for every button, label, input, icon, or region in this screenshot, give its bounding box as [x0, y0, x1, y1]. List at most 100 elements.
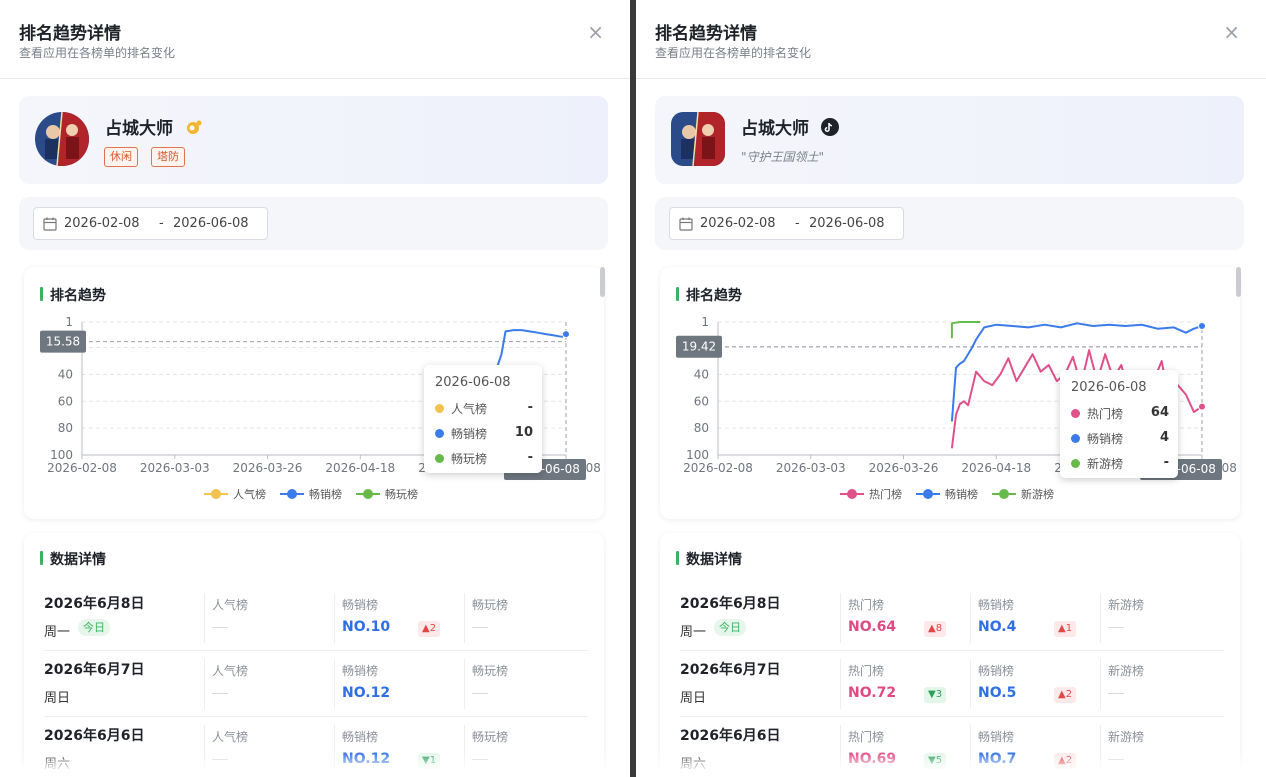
series-line-畅销榜: [489, 329, 567, 369]
date-range-picker[interactable]: 2026-02-08 - 2026-06-08: [33, 207, 268, 240]
rank-list-name: 畅销榜: [978, 664, 1015, 678]
rank-value: NO.5: [978, 685, 1017, 701]
tooltip-series-name: 热门榜: [1087, 407, 1124, 421]
dialog-header: 排名趋势详情 查看应用在各榜单的排名变化 ×: [636, 0, 1266, 79]
scrollbar[interactable]: [600, 267, 605, 297]
y-tick-label: 60: [58, 394, 73, 408]
series-point[interactable]: [1198, 322, 1206, 331]
rank-list-name: 人气榜: [212, 730, 249, 744]
empty-dash: [212, 693, 228, 694]
scrollbar[interactable]: [1236, 267, 1241, 297]
chart-tooltip: 2026-06-08 人气榜 - 畅销榜 10 畅玩榜 -: [424, 365, 542, 473]
legend-swatch: [916, 488, 940, 500]
tooltip-dot: [1071, 459, 1080, 468]
dialog-subtitle: 查看应用在各榜单的排名变化: [19, 46, 176, 60]
crosshair-y-label: 19.42: [682, 340, 716, 354]
tooltip-row: 人气榜 -: [435, 399, 533, 417]
data-detail-card: 数据详情 2026年6月8日 周一 今日 热门榜 NO.64 ▲8 畅销榜 NO.4 ▲1 新游榜…: [660, 533, 1240, 777]
row-date: 2026年6月6日: [680, 728, 781, 744]
app-slogan: "守护王国领土": [741, 150, 825, 164]
row-date: 2026年6月8日: [44, 596, 145, 612]
rank-list-name: 热门榜: [848, 598, 885, 612]
x-tick-label: 2026-04-18: [325, 461, 395, 475]
app-info-card: 占城大师 "守护王国领土": [655, 96, 1244, 184]
tooltip-series-name: 畅玩榜: [451, 452, 488, 466]
rank-list-name: 热门榜: [848, 664, 885, 678]
close-icon[interactable]: ×: [587, 22, 604, 42]
rank-change-badge: ▼3: [924, 687, 947, 703]
rank-list-name: 热门榜: [848, 730, 885, 744]
legend-item[interactable]: 畅销榜: [916, 486, 978, 502]
ranking-panel-left: 排名趋势详情 查看应用在各榜单的排名变化 × 占城大师 休闲 塔防 2026-0…: [0, 0, 630, 777]
y-tick-label: 100: [50, 448, 73, 462]
legend-item[interactable]: 新游榜: [992, 486, 1054, 502]
rank-value: NO.64: [848, 619, 897, 635]
start-date[interactable]: 2026-02-08: [64, 216, 140, 231]
date-range-picker[interactable]: 2026-02-08 - 2026-06-08: [669, 207, 904, 240]
end-date[interactable]: 2026-06-08: [173, 216, 249, 231]
data-detail-card: 数据详情 2026年6月8日 周一 今日 人气榜 畅销榜 NO.10 ▲2 畅玩榜 2026年6…: [24, 533, 604, 777]
platform-badge-icon: [185, 118, 203, 136]
table-row: 2026年6月7日 周日 人气榜 畅销榜 NO.12 畅玩榜: [44, 651, 588, 717]
row-weekday: 周一: [680, 625, 707, 640]
rank-list-name: 畅销榜: [342, 664, 379, 678]
rank-list-name: 新游榜: [1108, 598, 1145, 612]
end-date[interactable]: 2026-06-08: [809, 216, 885, 231]
date-filter-bar: 2026-02-08 - 2026-06-08: [655, 197, 1244, 250]
x-tick-label: 2026-02-08: [47, 461, 117, 475]
y-tick-label: 40: [58, 367, 73, 381]
tooltip-row: 畅销榜 10: [435, 424, 533, 442]
legend-item[interactable]: 畅销榜: [280, 486, 342, 502]
y-tick-label: 80: [694, 421, 709, 435]
app-name: 占城大师: [105, 119, 173, 139]
rank-list-name: 人气榜: [212, 598, 249, 612]
rank-cell: 热门榜 NO.64 ▲8: [840, 585, 978, 651]
empty-dash: [212, 627, 228, 628]
y-tick-label: 1: [65, 315, 73, 329]
x-tick-label: 2026-04-18: [961, 461, 1031, 475]
close-icon[interactable]: ×: [1223, 22, 1240, 42]
legend-label: 畅销榜: [309, 488, 342, 501]
rank-cell: 畅销榜 NO.4 ▲1: [970, 585, 1108, 651]
legend-swatch: [840, 488, 864, 500]
legend-item[interactable]: 人气榜: [204, 486, 266, 502]
series-line-新游榜: [950, 321, 981, 339]
legend-item[interactable]: 热门榜: [840, 486, 902, 502]
rank-change-badge: ▲2: [418, 621, 441, 637]
tooltip-value: 4: [1159, 430, 1169, 445]
legend-label: 人气榜: [233, 488, 266, 501]
tooltip-value: 10: [514, 425, 533, 440]
rank-value: NO.12: [342, 685, 391, 701]
rank-cell: 畅销榜 NO.5 ▲2: [970, 651, 1108, 717]
rank-cell: 人气榜: [204, 585, 342, 651]
ranking-panel-right: 排名趋势详情 查看应用在各榜单的排名变化 × 占城大师 "守护王国领土" 202…: [636, 0, 1266, 777]
rank-list-name: 畅玩榜: [472, 730, 509, 744]
dialog-header: 排名趋势详情 查看应用在各榜单的排名变化 ×: [0, 0, 630, 79]
empty-dash: [472, 693, 488, 694]
legend-label: 热门榜: [869, 488, 902, 501]
rank-value: NO.72: [848, 685, 897, 701]
chart-tooltip: 2026-06-08 热门榜 64 畅销榜 4 新游榜 -: [1060, 370, 1178, 478]
row-weekday: 周日: [44, 691, 71, 706]
rank-cell: 新游榜: [1100, 651, 1238, 717]
series-point[interactable]: [1198, 402, 1206, 411]
date-separator: -: [795, 216, 800, 231]
rank-list-name: 新游榜: [1108, 730, 1145, 744]
bottom-fade: [636, 752, 1266, 777]
bottom-fade: [0, 752, 630, 777]
dialog-title: 排名趋势详情: [655, 24, 757, 44]
rank-list-name: 新游榜: [1108, 664, 1145, 678]
legend-swatch: [356, 488, 380, 500]
x-tick-label: 2026-03-26: [869, 461, 939, 475]
app-icon: [671, 112, 725, 166]
table-row: 2026年6月8日 周一 今日 人气榜 畅销榜 NO.10 ▲2 畅玩榜: [44, 585, 588, 651]
calendar-icon: [679, 217, 693, 231]
legend-item[interactable]: 畅玩榜: [356, 486, 418, 502]
row-date: 2026年6月6日: [44, 728, 145, 744]
x-tick-label: 2026-03-03: [140, 461, 210, 475]
app-info-card: 占城大师 休闲 塔防: [19, 96, 608, 184]
series-point[interactable]: [562, 330, 570, 339]
dialog-subtitle: 查看应用在各榜单的排名变化: [655, 46, 812, 60]
tooltip-dot: [1071, 409, 1080, 418]
start-date[interactable]: 2026-02-08: [700, 216, 776, 231]
